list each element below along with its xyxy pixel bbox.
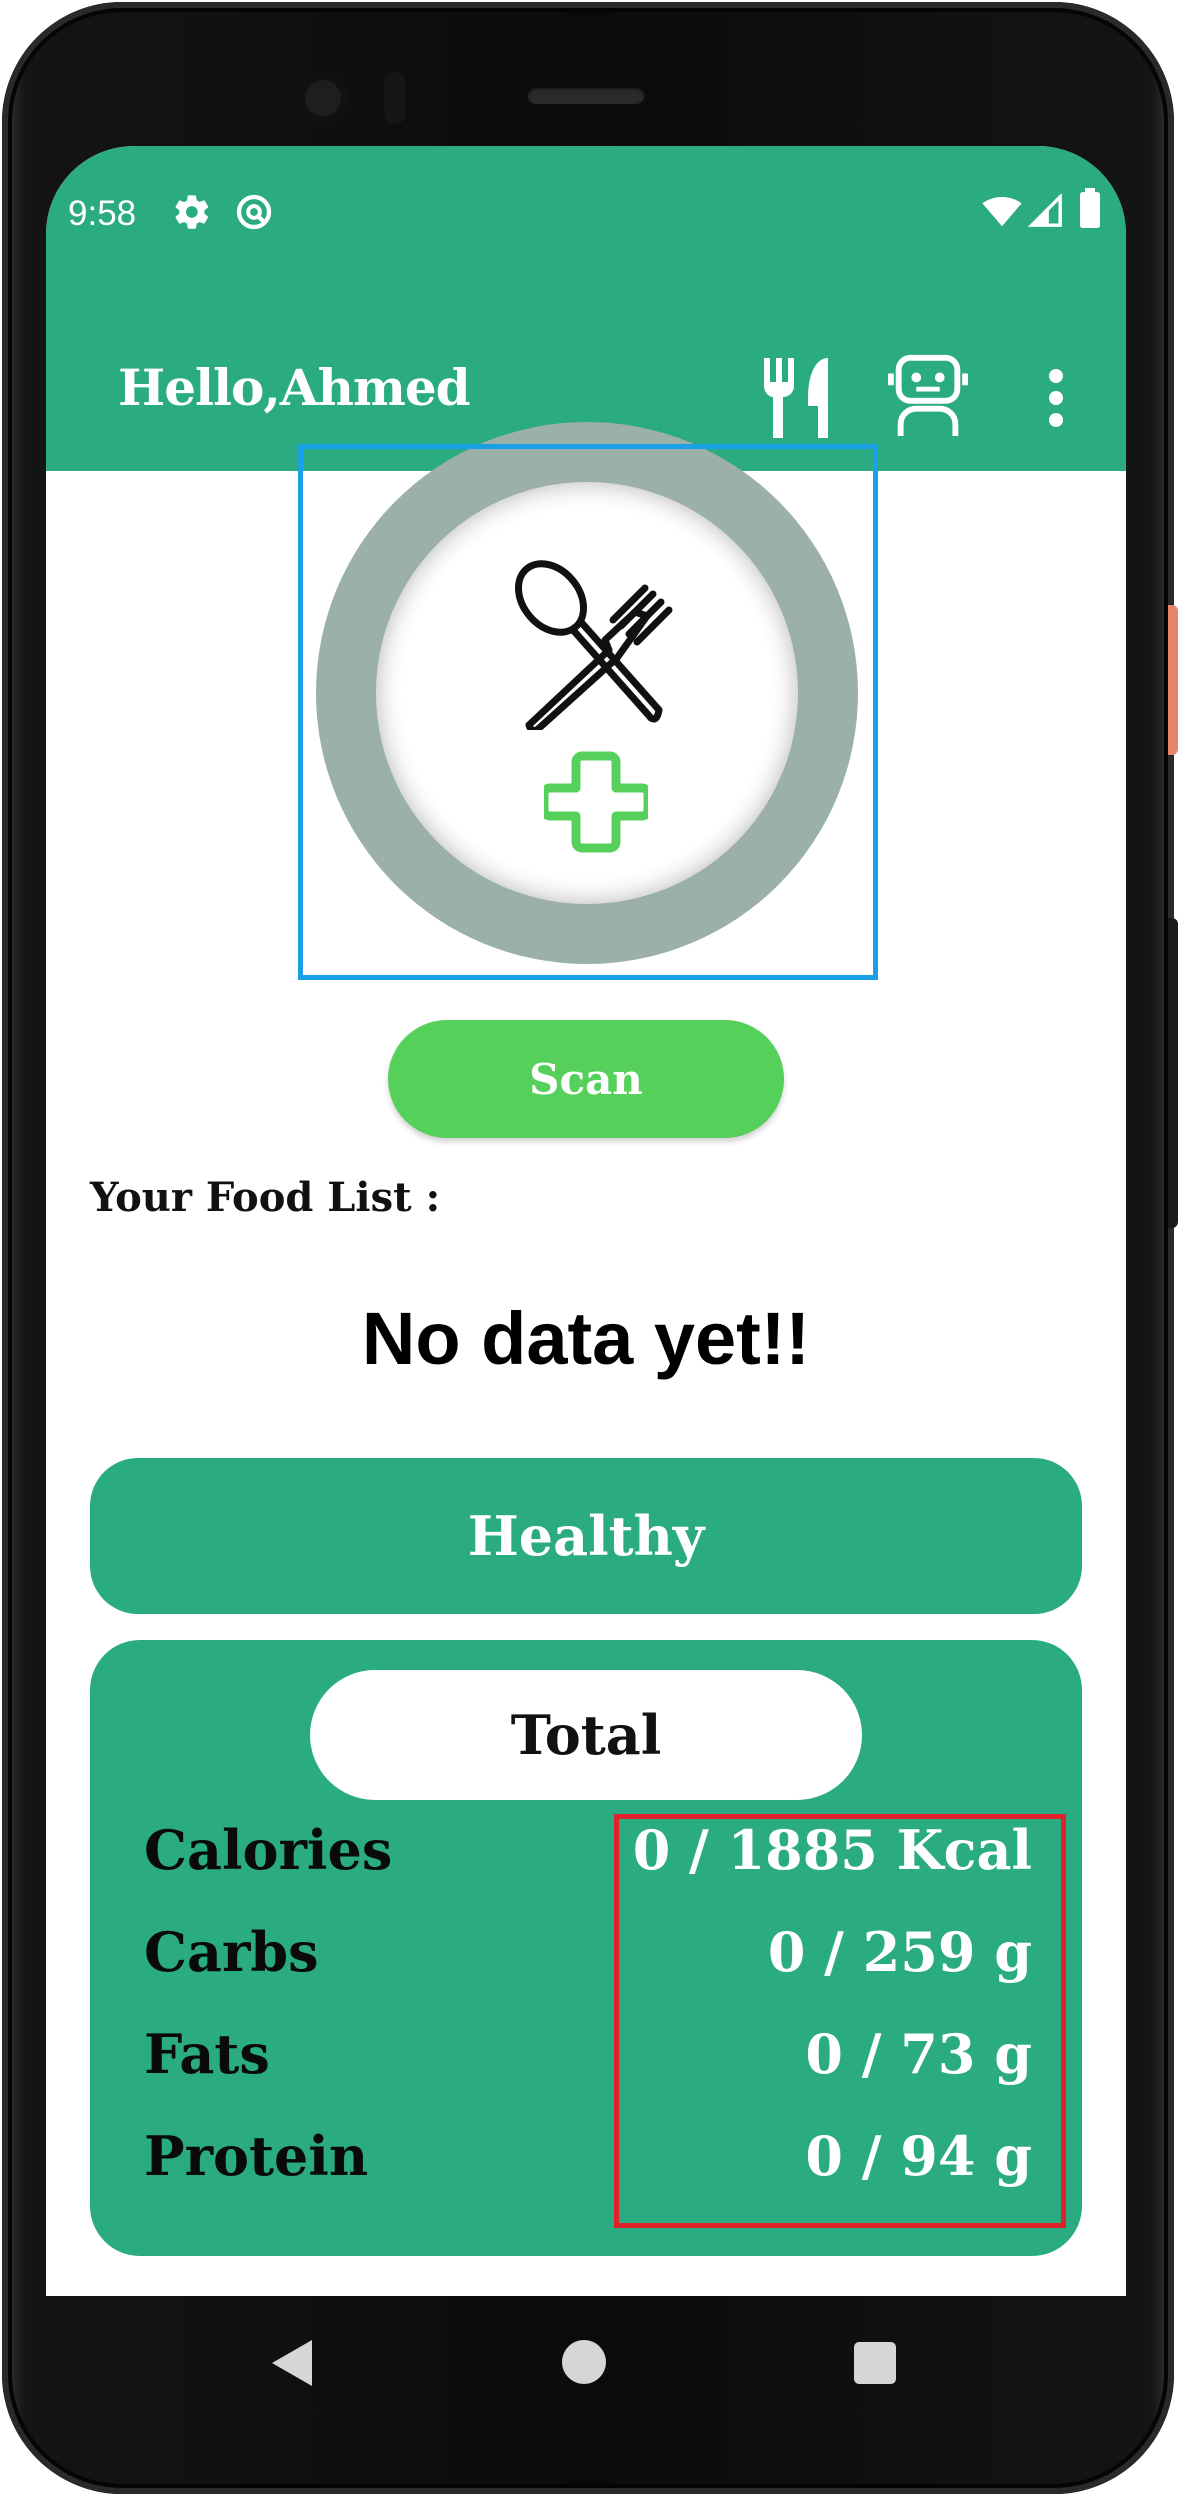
nutrient-name: Protein	[144, 2124, 369, 2188]
volume-button	[1168, 918, 1178, 1228]
system-nav-bar	[46, 2296, 1126, 2426]
proximity-sensor	[384, 72, 406, 124]
sync-icon	[236, 194, 272, 230]
nutrient-name: Calories	[144, 1818, 393, 1882]
robot-icon[interactable]	[888, 352, 968, 438]
status-bar: 9:58	[46, 146, 1126, 276]
recents-square-icon[interactable]	[854, 2342, 896, 2384]
more-vert-icon[interactable]	[1046, 368, 1066, 428]
total-title: Total	[310, 1670, 862, 1800]
restaurant-icon[interactable]	[760, 358, 832, 438]
screen: 9:58 Hello,Ahmed Scan Your Food List: N…	[46, 146, 1126, 2296]
settings-gear-icon	[175, 195, 209, 229]
signal-icon	[1028, 194, 1062, 227]
total-card: Total Calories 0 / 1885 Kcal Carbs 0 / 2…	[90, 1640, 1082, 2256]
plate-highlight-box	[298, 444, 878, 980]
healthy-button[interactable]: Healthy	[90, 1458, 1082, 1614]
scan-button[interactable]: Scan	[388, 1020, 784, 1138]
page-title: Hello,Ahmed	[118, 358, 471, 417]
values-highlight-box	[614, 1814, 1066, 2228]
empty-message: No data yet!!	[361, 1297, 811, 1380]
power-button	[1168, 605, 1178, 755]
nutrient-name: Fats	[144, 2022, 270, 2086]
nutrient-name: Carbs	[144, 1920, 319, 1984]
wifi-icon	[982, 196, 1022, 227]
front-camera	[297, 72, 349, 124]
back-triangle-icon[interactable]	[268, 2338, 316, 2388]
earpiece-speaker	[527, 86, 645, 104]
battery-icon	[1080, 188, 1100, 228]
status-time: 9:58	[68, 194, 137, 233]
food-list-label: Your Food List :	[90, 1174, 441, 1221]
home-circle-icon[interactable]	[562, 2340, 606, 2384]
